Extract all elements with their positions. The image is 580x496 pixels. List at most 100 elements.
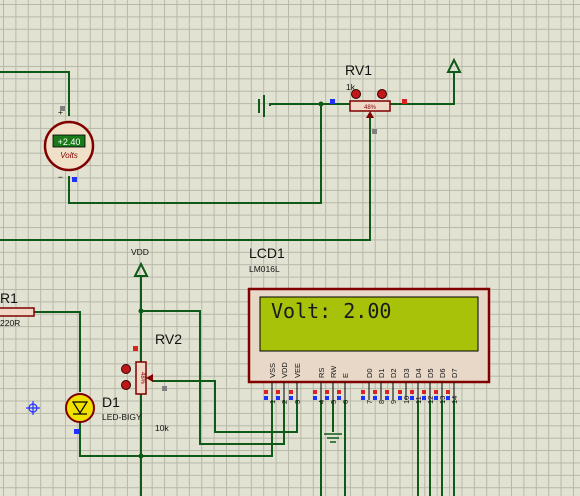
lcd-pin-name: VDD: [280, 362, 289, 378]
junction-dot: [138, 308, 144, 314]
pin-marker-blue: [385, 396, 389, 400]
pin-marker-red: [398, 390, 402, 394]
pin-marker-blue: [337, 396, 341, 400]
lcd-pin-name: D6: [438, 368, 447, 378]
lcd-model: LM016L: [249, 264, 280, 274]
lcd-pin-name: D3: [402, 368, 411, 378]
pin-marker-blue: [422, 396, 426, 400]
lcd-pin-name: D0: [365, 368, 374, 378]
d1-type: LED-BIGY: [102, 412, 142, 422]
pin-marker-grey: [60, 106, 65, 111]
voltmeter-reading: +2.40: [58, 137, 81, 147]
rv1-increase-button[interactable]: [351, 89, 361, 99]
pin-marker-blue: [264, 396, 268, 400]
pin-marker-blue: [373, 396, 377, 400]
pin-marker-blue: [72, 177, 77, 182]
lcd-pin-name: VEE: [293, 363, 302, 378]
wire-led-ground: [79, 422, 141, 457]
wires: [0, 71, 455, 496]
wire-r1-led: [34, 311, 81, 392]
pin-marker-blue: [330, 99, 335, 104]
pin-marker-blue: [289, 396, 293, 400]
pin-marker-blue: [361, 396, 365, 400]
pin-marker-red: [276, 390, 280, 394]
lcd-pin-number: 8: [377, 400, 386, 404]
rv2-percent: 48%: [139, 372, 145, 385]
pin-marker-red: [325, 390, 329, 394]
pin-marker-red: [434, 390, 438, 394]
rv1-decrease-button[interactable]: [377, 89, 387, 99]
rv2-decrease-button[interactable]: [121, 380, 131, 390]
pin-marker-blue: [325, 396, 329, 400]
rv1-potentiometer[interactable]: RV1 1k 48%: [330, 62, 407, 134]
junction-dot: [138, 453, 144, 459]
pin-marker-blue: [446, 396, 450, 400]
power-terminal-arrow[interactable]: [446, 57, 462, 73]
pin-marker-blue: [434, 396, 438, 400]
ground-symbol: [324, 433, 342, 443]
r1-ref: R1: [0, 290, 18, 306]
lcd-pin-number: 5: [329, 400, 338, 404]
pin-marker-red: [446, 390, 450, 394]
lcd-ref: LCD1: [249, 245, 285, 261]
lcd-pin-number: 3: [293, 400, 302, 404]
wire-voltmeter-to-rv1: [68, 103, 350, 204]
pin-marker-red: [410, 390, 414, 394]
vdd-terminal[interactable]: VDD: [131, 247, 149, 277]
lcd-pin-name: RW: [329, 365, 338, 378]
lcd-pin-name: D4: [414, 368, 423, 378]
r1-resistor[interactable]: R1 220R: [0, 290, 35, 328]
r1-value: 220R: [0, 318, 20, 328]
rv2-increase-button[interactable]: [121, 364, 131, 374]
lcd-pin-number: 9: [389, 400, 398, 404]
lcd-pin-number: 6: [341, 400, 350, 404]
pin-marker-red: [422, 390, 426, 394]
pin-marker-red: [385, 390, 389, 394]
pin-marker-red: [313, 390, 317, 394]
pin-marker-red: [289, 390, 293, 394]
voltmeter-unit: Volts: [60, 151, 78, 160]
lcd-pin-number: 2: [280, 400, 289, 404]
pin-marker-grey: [372, 129, 377, 134]
lcd-text: Volt: 2.00: [271, 299, 391, 323]
pin-marker-red: [264, 390, 268, 394]
rv1-percent: 48%: [364, 105, 377, 111]
rv1-ref: RV1: [345, 62, 372, 78]
lcd-display[interactable]: LCD1 LM016L Volt: 2.00 VSS 1 VDD 2 VEE 3 RS 4 RW…: [247, 245, 491, 404]
pin-marker-blue: [276, 396, 280, 400]
lcd-pin-number: 7: [365, 400, 374, 404]
lcd-pin-name: D1: [377, 368, 386, 378]
vdd-label: VDD: [131, 247, 149, 257]
rv2-ref: RV2: [155, 331, 182, 347]
wire-rv2-wiper: [152, 380, 298, 433]
rv2-wiper-arrow: [146, 374, 153, 382]
pin-marker-blue: [313, 396, 317, 400]
lcd-pin-name: D7: [450, 368, 459, 378]
lcd-pin-name: D2: [389, 368, 398, 378]
pin-marker-blue: [410, 396, 414, 400]
lcd-pin-number: 4: [317, 400, 326, 404]
rv2-value: 10k: [155, 423, 169, 433]
lcd-pin-name: D5: [426, 368, 435, 378]
schematic-canvas[interactable]: +2.40 Volts + − RV1 1k 48% LCD1 LM016L V…: [0, 0, 580, 496]
cursor-crosshair-icon: [26, 401, 40, 415]
lcd-pin-name: E: [341, 373, 350, 378]
pin-marker-red: [361, 390, 365, 394]
ground-rv1[interactable]: [258, 95, 265, 117]
pin-marker-blue: [74, 429, 79, 434]
pin-marker-red: [133, 346, 138, 351]
pin-marker-red: [402, 99, 407, 104]
wire-rv1-to-power: [390, 72, 455, 105]
lcd-pin-number: 1: [268, 400, 277, 404]
d1-led[interactable]: D1 LED-BIGY: [65, 393, 142, 434]
junction-dot: [318, 101, 324, 107]
lcd-pin-name: VSS: [268, 363, 277, 378]
r1-body: [0, 307, 35, 317]
pin-marker-red: [373, 390, 377, 394]
pin-marker-grey: [162, 386, 167, 391]
voltmeter[interactable]: +2.40 Volts + −: [43, 106, 95, 182]
wire-ground-rv1: [269, 103, 321, 106]
pin-marker-red: [337, 390, 341, 394]
rv1-wiper-arrow: [366, 111, 374, 118]
d1-ref: D1: [102, 394, 120, 410]
